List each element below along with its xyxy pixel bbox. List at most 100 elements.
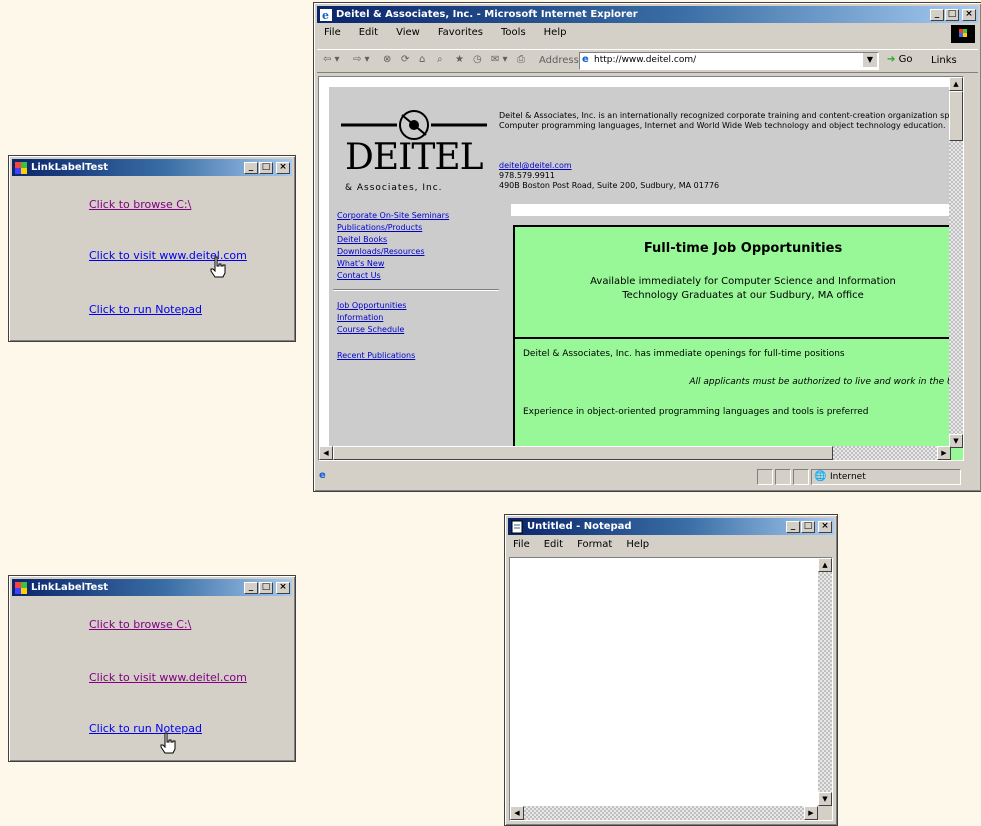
search-icon[interactable]: ⌕ xyxy=(437,54,443,65)
nav-link[interactable]: Deitel Books xyxy=(337,235,503,245)
scroll-thumb[interactable] xyxy=(949,91,963,141)
title-bar[interactable]: e Deitel & Associates, Inc. - Microsoft … xyxy=(317,6,978,23)
maximize-button[interactable]: □ xyxy=(945,8,959,21)
nav-divider xyxy=(333,289,499,291)
menu-tools[interactable]: Tools xyxy=(501,27,526,38)
nav-link[interactable]: Information xyxy=(337,313,503,323)
nav-link[interactable]: Job Opportunities xyxy=(337,301,503,311)
close-button[interactable]: × xyxy=(276,581,290,594)
minimize-button[interactable]: _ xyxy=(930,8,944,21)
close-button[interactable]: × xyxy=(818,520,832,533)
menu-edit[interactable]: Edit xyxy=(544,539,563,550)
svg-text:e: e xyxy=(322,9,329,22)
maximize-button[interactable]: □ xyxy=(259,581,273,594)
home-icon[interactable]: ⌂ xyxy=(419,54,425,65)
menu-bar: File Edit View Favorites Tools Help xyxy=(324,27,566,38)
refresh-icon[interactable]: ⟳ xyxy=(401,54,409,65)
scroll-hthumb[interactable] xyxy=(333,446,833,460)
notepad-icon xyxy=(511,520,523,533)
scroll-up-button[interactable]: ▲ xyxy=(949,77,963,91)
close-button[interactable]: × xyxy=(962,8,976,21)
scroll-left-button[interactable]: ◀ xyxy=(319,446,333,460)
maximize-button[interactable]: □ xyxy=(259,161,273,174)
print-icon[interactable]: ⎙ xyxy=(517,54,525,65)
stop-icon[interactable]: ⊗ xyxy=(383,54,391,65)
scroll-left-button[interactable]: ◀ xyxy=(510,806,524,820)
left-nav: Corporate On-Site Seminars Publications/… xyxy=(333,211,503,363)
title-bar[interactable]: LinkLabelTest _ □ × xyxy=(12,159,292,176)
deitel-logo: DEITEL & Associates, Inc. xyxy=(339,105,489,193)
status-bar: e 🌐 Internet xyxy=(317,466,978,488)
scroll-down-button[interactable]: ▼ xyxy=(818,792,832,806)
text-area[interactable]: ▲ ▼ ◀ ▶ xyxy=(509,557,833,821)
menu-edit[interactable]: Edit xyxy=(359,27,378,38)
toolbar: ⇦ ▾ ⇨ ▾ ⊗ ⟳ ⌂ ⌕ ★ ◷ ✉ ▾ ⎙ Address e http… xyxy=(317,49,978,73)
minimize-button[interactable]: _ xyxy=(244,581,258,594)
app-icon xyxy=(15,581,27,594)
browser-window: e Deitel & Associates, Inc. - Microsoft … xyxy=(313,2,981,492)
nav-link[interactable]: Downloads/Resources xyxy=(337,247,503,257)
page-content: DEITEL & Associates, Inc. Deitel & Assoc… xyxy=(329,87,964,460)
nav-link[interactable]: What's New xyxy=(337,259,503,269)
close-button[interactable]: × xyxy=(276,161,290,174)
job-text: All applicants must be authorized to liv… xyxy=(689,377,964,387)
contact-email-link[interactable]: deitel@deitel.com xyxy=(499,161,719,171)
horizontal-scrollbar[interactable] xyxy=(510,806,818,820)
status-pane xyxy=(775,469,791,485)
forward-icon[interactable]: ⇨ ▾ xyxy=(353,54,370,65)
window-title: LinkLabelTest xyxy=(31,162,109,173)
maximize-button[interactable]: □ xyxy=(801,520,815,533)
scroll-right-button[interactable]: ▶ xyxy=(804,806,818,820)
link-browse-c[interactable]: Click to browse C:\ xyxy=(89,618,191,631)
minimize-button[interactable]: _ xyxy=(244,161,258,174)
address-dropdown-icon[interactable]: ▼ xyxy=(863,53,877,67)
favorites-icon[interactable]: ★ xyxy=(455,54,464,65)
job-text: Deitel & Associates, Inc. has immediate … xyxy=(523,349,845,359)
menu-file[interactable]: File xyxy=(513,539,530,550)
hand-cursor-icon xyxy=(210,256,226,278)
logo-subtitle: & Associates, Inc. xyxy=(345,183,443,193)
menu-help[interactable]: Help xyxy=(626,539,649,550)
menu-help[interactable]: Help xyxy=(544,27,567,38)
link-run-notepad[interactable]: Click to run Notepad xyxy=(89,722,202,735)
app-icon xyxy=(15,161,27,174)
nav-link[interactable]: Corporate On-Site Seminars xyxy=(337,211,503,221)
menu-view[interactable]: View xyxy=(396,27,420,38)
link-run-notepad[interactable]: Click to run Notepad xyxy=(89,303,202,316)
minimize-button[interactable]: _ xyxy=(786,520,800,533)
size-grip[interactable] xyxy=(818,806,832,820)
scroll-down-button[interactable]: ▼ xyxy=(949,434,963,448)
links-button[interactable]: Links xyxy=(931,55,957,66)
link-visit-deitel[interactable]: Click to visit www.deitel.com xyxy=(89,671,247,684)
vertical-scrollbar[interactable] xyxy=(818,558,832,806)
title-bar[interactable]: Untitled - Notepad _ □ × xyxy=(508,518,834,535)
menu-file[interactable]: File xyxy=(324,27,341,38)
content-strip xyxy=(511,204,963,216)
window-title: Deitel & Associates, Inc. - Microsoft In… xyxy=(336,9,638,20)
menu-format[interactable]: Format xyxy=(577,539,612,550)
menu-bar: File Edit Format Help xyxy=(513,539,649,550)
title-bar[interactable]: LinkLabelTest _ □ × xyxy=(12,579,292,596)
job-divider xyxy=(515,337,963,339)
status-pane xyxy=(793,469,809,485)
nav-link[interactable]: Recent Publications xyxy=(337,351,503,361)
scroll-up-button[interactable]: ▲ xyxy=(818,558,832,572)
mail-icon[interactable]: ✉ ▾ xyxy=(491,54,508,65)
back-icon[interactable]: ⇦ ▾ xyxy=(323,54,340,65)
hand-cursor-icon xyxy=(160,732,176,754)
logo-bug-icon xyxy=(341,110,487,140)
internet-zone-icon: 🌐 xyxy=(814,471,827,482)
status-pane xyxy=(757,469,773,485)
nav-link[interactable]: Contact Us xyxy=(337,271,503,281)
address-label: Address xyxy=(539,55,579,66)
nav-link[interactable]: Course Schedule xyxy=(337,325,503,335)
history-icon[interactable]: ◷ xyxy=(473,54,482,65)
scroll-right-button[interactable]: ▶ xyxy=(937,446,951,460)
link-browse-c[interactable]: Click to browse C:\ xyxy=(89,198,191,211)
ie-icon: e xyxy=(320,8,332,22)
nav-link[interactable]: Publications/Products xyxy=(337,223,503,233)
go-button[interactable]: ➔ Go xyxy=(887,54,912,65)
zone-label: Internet xyxy=(830,472,866,482)
menu-favorites[interactable]: Favorites xyxy=(438,27,483,38)
address-bar[interactable]: e http://www.deitel.com/ ▼ xyxy=(579,52,879,70)
